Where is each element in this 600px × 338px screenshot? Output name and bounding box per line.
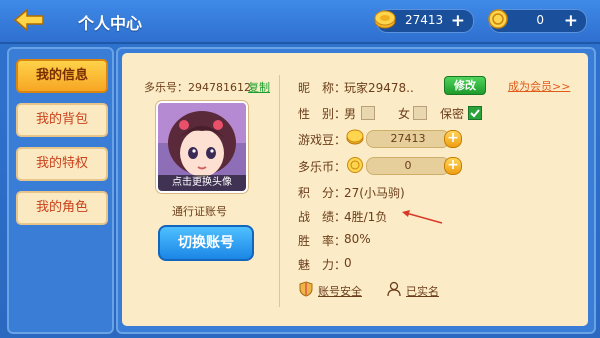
gender-label: 性 别： — [298, 107, 347, 121]
sidebar-item-my-bag[interactable]: 我的背包 — [16, 103, 108, 137]
gender-secret-label: 保密 — [440, 107, 465, 121]
add-beans-button[interactable]: + — [444, 130, 462, 148]
gender-secret-checkbox[interactable] — [468, 106, 482, 120]
check-icon — [470, 109, 480, 118]
add-coins-button[interactable]: + — [451, 10, 465, 32]
verified-name-link[interactable]: 已实名 — [406, 283, 439, 299]
beans-value: 27413 — [366, 130, 450, 148]
duole-balance: 0 — [536, 13, 544, 27]
duole-small-icon — [347, 157, 363, 173]
sidebar: 我的信息 我的背包 我的特权 我的角色 — [7, 47, 114, 334]
edit-nickname-button[interactable]: 修改 — [444, 76, 486, 95]
page-title: 个人中心 — [78, 14, 143, 33]
divider — [279, 75, 280, 307]
become-vip-link[interactable]: 成为会员>> — [508, 78, 570, 94]
account-security-link[interactable]: 账号安全 — [318, 283, 362, 299]
red-arrow-icon — [402, 210, 443, 224]
top-bar: 个人中心 27413 + 0 + — [0, 0, 600, 44]
beans-label: 游戏豆： — [298, 133, 347, 147]
sidebar-item-my-role[interactable]: 我的角色 — [16, 191, 108, 225]
winrate-value: 80% — [344, 232, 371, 246]
sidebar-item-my-privilege[interactable]: 我的特权 — [16, 147, 108, 181]
duole-value: 0 — [366, 157, 450, 175]
nickname-value: 玩家29478.. — [344, 81, 414, 95]
switch-account-button[interactable]: 切换账号 — [158, 225, 254, 261]
score-value: 27(小马驹) — [344, 186, 405, 200]
gender-male-checkbox[interactable] — [361, 106, 375, 120]
record-label: 战 绩： — [298, 210, 347, 224]
add-duole-button[interactable]: + — [564, 10, 578, 32]
duole-coin-icon — [488, 9, 508, 29]
change-avatar-caption: 点击更换头像 — [158, 175, 246, 191]
shield-icon — [299, 281, 313, 297]
person-icon — [387, 281, 401, 297]
account-type: 通行证账号 — [172, 205, 227, 218]
record-value: 4胜/1负 — [344, 210, 388, 224]
copy-id-link[interactable]: 复制 — [248, 79, 270, 95]
gold-coin-icon — [374, 10, 396, 29]
sidebar-item-my-info[interactable]: 我的信息 — [16, 59, 108, 93]
back-arrow-icon — [13, 8, 44, 32]
charm-label: 魅 力： — [298, 258, 347, 272]
winrate-label: 胜 率： — [298, 234, 347, 248]
gender-female-label: 女 — [398, 107, 411, 121]
add-duole-small-button[interactable]: + — [444, 157, 462, 175]
profile-panel-inner: 多乐号：294781612 复制 点击更换头像 通行证账号 切换账号 昵 称： … — [122, 53, 588, 326]
charm-value: 0 — [344, 256, 352, 270]
beans-icon — [346, 129, 364, 145]
gender-female-checkbox[interactable] — [413, 106, 427, 120]
coin-balance-bar: 27413 + — [374, 9, 474, 33]
score-label: 积 分： — [298, 186, 347, 200]
duole-label: 多乐币： — [298, 160, 347, 174]
coin-balance: 27413 — [405, 13, 444, 27]
avatar[interactable]: 点击更换头像 — [156, 101, 248, 193]
duole-balance-bar: 0 + — [488, 9, 587, 33]
gender-male-label: 男 — [344, 107, 357, 121]
nickname-label: 昵 称： — [298, 81, 347, 95]
player-id: 多乐号：294781612 — [144, 81, 251, 94]
profile-panel: 多乐号：294781612 复制 点击更换头像 通行证账号 切换账号 昵 称： … — [116, 47, 596, 334]
back-button[interactable] — [10, 6, 50, 34]
